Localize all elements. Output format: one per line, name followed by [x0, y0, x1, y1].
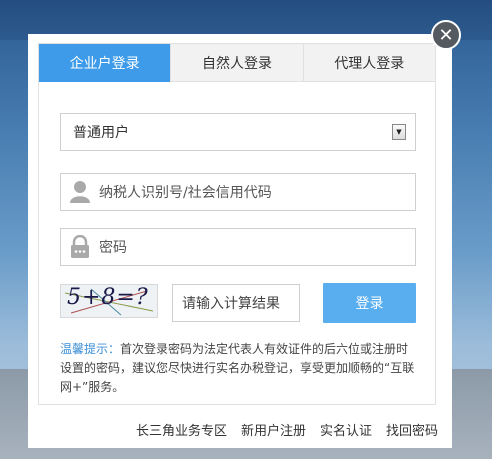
link-recover-password[interactable]: 找回密码 [386, 420, 438, 439]
password-input[interactable]: 密码 [60, 228, 416, 266]
tab-enterprise-login[interactable]: 企业户登录 [39, 44, 171, 82]
taxpayer-id-placeholder: 纳税人识别号/社会信用代码 [99, 185, 272, 201]
link-real-name-auth[interactable]: 实名认证 [320, 420, 372, 439]
link-yangtze-delta[interactable]: 长三角业务专区 [136, 420, 227, 439]
captcha-answer-input[interactable]: 请输入计算结果 [172, 284, 300, 322]
dropdown-arrow-icon[interactable]: ▼ [392, 124, 406, 140]
login-dialog: 企业户登录 自然人登录 代理人登录 普通用户 ▼ 纳税人识别号/社会信用代码 密… [28, 34, 452, 448]
close-icon[interactable]: ✕ [431, 20, 461, 50]
taxpayer-id-input[interactable]: 纳税人识别号/社会信用代码 [60, 173, 416, 211]
password-placeholder: 密码 [99, 240, 127, 256]
login-tabs: 企业户登录 自然人登录 代理人登录 [39, 44, 435, 82]
link-new-user-register[interactable]: 新用户注册 [241, 420, 306, 439]
user-icon [61, 174, 99, 210]
login-tip: 温馨提示：首次登录密码为法定代表人有效证件的后六位或注册时设置的密码，建议您尽快… [60, 340, 420, 397]
user-type-select[interactable]: 普通用户 ▼ [60, 113, 416, 151]
tab-individual-login[interactable]: 自然人登录 [170, 44, 303, 82]
captcha-answer-placeholder: 请输入计算结果 [182, 296, 280, 312]
login-panel: 企业户登录 自然人登录 代理人登录 普通用户 ▼ 纳税人识别号/社会信用代码 密… [38, 43, 436, 405]
login-button[interactable]: 登录 [323, 283, 416, 323]
captcha-text: 5+8=? [67, 285, 149, 310]
tip-label: 温馨提示： [60, 342, 121, 356]
lock-icon [61, 229, 99, 265]
captcha-image[interactable]: 5+8=? [60, 284, 158, 318]
footer-links: 长三角业务专区 新用户注册 实名认证 找回密码 [136, 420, 438, 439]
tab-agent-login[interactable]: 代理人登录 [302, 44, 435, 82]
user-type-value: 普通用户 [73, 125, 129, 141]
